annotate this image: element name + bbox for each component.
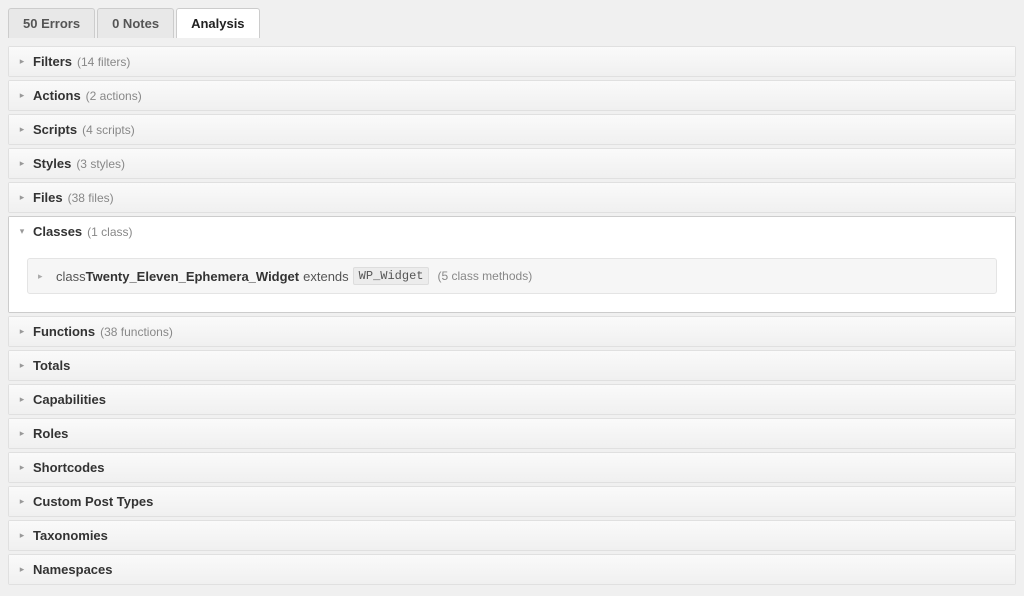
section-count: (38 functions) [100, 325, 173, 339]
section-header[interactable]: ▸ Custom Post Types [9, 487, 1015, 516]
section-title: Custom Post Types [33, 494, 153, 509]
section-header[interactable]: ▸ Files (38 files) [9, 183, 1015, 212]
analysis-content: ▸Filters(14 filters)▸Actions(2 actions)▸… [0, 38, 1024, 596]
class-name: Twenty_Eleven_Ephemera_Widget [86, 269, 300, 284]
class-row[interactable]: ▸ class Twenty_Eleven_Ephemera_Widgetexte… [27, 258, 997, 294]
chevron-right-icon: ▸ [17, 326, 27, 337]
section-header[interactable]: ▸ Scripts (4 scripts) [9, 115, 1015, 144]
section-header[interactable]: ▸ Roles [9, 419, 1015, 448]
chevron-right-icon: ▸ [17, 564, 27, 575]
section-shortcodes: ▸ Shortcodes [8, 452, 1016, 483]
section-files: ▸ Files (38 files) [8, 182, 1016, 213]
chevron-right-icon: ▸ [17, 124, 27, 135]
section-filters: ▸ Filters (14 filters) [8, 46, 1016, 77]
section-header[interactable]: ▸ Taxonomies [9, 521, 1015, 550]
section-title: Files [33, 190, 63, 205]
class-keyword: class [56, 269, 86, 284]
section-header[interactable]: ▾ Classes (1 class) [9, 217, 1015, 246]
chevron-right-icon: ▸ [17, 496, 27, 507]
section-styles: ▸ Styles (3 styles) [8, 148, 1016, 179]
section-header[interactable]: ▸ Capabilities [9, 385, 1015, 414]
section-title: Namespaces [33, 562, 113, 577]
section-count: (1 class) [87, 225, 132, 239]
section-title: Shortcodes [33, 460, 105, 475]
section-header[interactable]: ▸ Filters (14 filters) [9, 47, 1015, 76]
section-count: (4 scripts) [82, 123, 135, 137]
section-header[interactable]: ▸ Functions (38 functions) [9, 317, 1015, 346]
chevron-right-icon: ▸ [17, 158, 27, 169]
section-header[interactable]: ▸ Shortcodes [9, 453, 1015, 482]
section-custom-post-types: ▸ Custom Post Types [8, 486, 1016, 517]
chevron-right-icon: ▸ [17, 360, 27, 371]
section-title: Taxonomies [33, 528, 108, 543]
section-body: ▸ class Twenty_Eleven_Ephemera_Widgetexte… [9, 246, 1015, 312]
section-classes: ▾ Classes (1 class) ▸ class Twenty_Eleven_Ep… [8, 216, 1016, 313]
tab-0-notes[interactable]: 0 Notes [97, 8, 174, 38]
chevron-down-icon: ▾ [17, 226, 27, 237]
class-methods-count: (5 class methods) [437, 269, 532, 283]
section-scripts: ▸ Scripts (4 scripts) [8, 114, 1016, 145]
section-count: (3 styles) [76, 157, 125, 171]
section-header[interactable]: ▸ Styles (3 styles) [9, 149, 1015, 178]
chevron-right-icon: ▸ [17, 192, 27, 203]
section-taxonomies: ▸ Taxonomies [8, 520, 1016, 551]
chevron-right-icon: ▸ [38, 271, 48, 282]
chevron-right-icon: ▸ [17, 428, 27, 439]
extends-keyword: extends [303, 269, 349, 284]
section-actions: ▸ Actions (2 actions) [8, 80, 1016, 111]
section-roles: ▸ Roles [8, 418, 1016, 449]
section-count: (14 filters) [77, 55, 130, 69]
chevron-right-icon: ▸ [17, 56, 27, 67]
section-header[interactable]: ▸ Actions (2 actions) [9, 81, 1015, 110]
tab-analysis[interactable]: Analysis [176, 8, 259, 38]
section-title: Filters [33, 54, 72, 69]
section-title: Roles [33, 426, 68, 441]
section-header[interactable]: ▸ Totals [9, 351, 1015, 380]
chevron-right-icon: ▸ [17, 394, 27, 405]
section-functions: ▸ Functions (38 functions) [8, 316, 1016, 347]
chevron-right-icon: ▸ [17, 90, 27, 101]
section-title: Actions [33, 88, 81, 103]
section-totals: ▸ Totals [8, 350, 1016, 381]
section-namespaces: ▸ Namespaces [8, 554, 1016, 585]
section-title: Functions [33, 324, 95, 339]
section-title: Capabilities [33, 392, 106, 407]
chevron-right-icon: ▸ [17, 530, 27, 541]
section-count: (38 files) [68, 191, 114, 205]
section-capabilities: ▸ Capabilities [8, 384, 1016, 415]
chevron-right-icon: ▸ [17, 462, 27, 473]
section-title: Classes [33, 224, 82, 239]
section-count: (2 actions) [86, 89, 142, 103]
section-title: Scripts [33, 122, 77, 137]
section-title: Styles [33, 156, 71, 171]
tab-50-errors[interactable]: 50 Errors [8, 8, 95, 38]
section-title: Totals [33, 358, 70, 373]
section-header[interactable]: ▸ Namespaces [9, 555, 1015, 584]
parent-class: WP_Widget [353, 267, 430, 285]
tab-bar: 50 Errors0 NotesAnalysis [0, 0, 1024, 38]
